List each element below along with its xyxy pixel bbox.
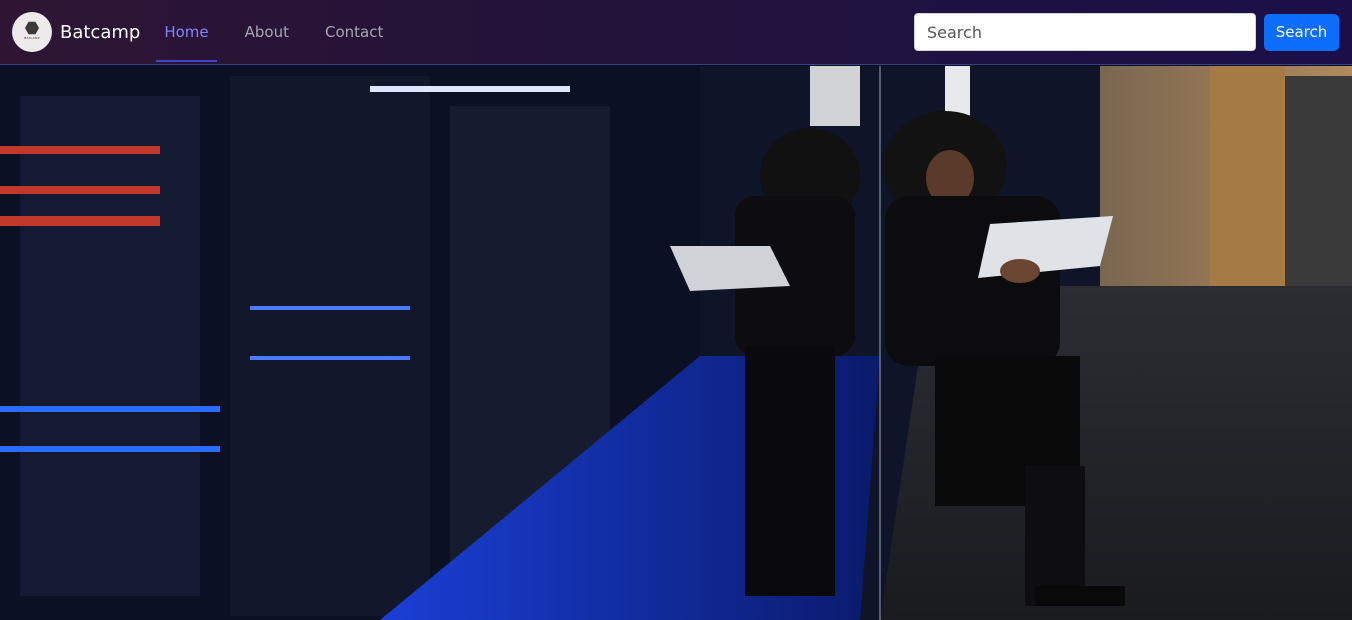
nav-about-link[interactable]: About <box>237 14 297 50</box>
logo-hex-icon <box>25 21 39 35</box>
logo-text: BATCAMP <box>24 36 40 40</box>
hero-image <box>0 66 1352 620</box>
brand-name[interactable]: Batcamp <box>60 22 140 43</box>
hero-photo <box>0 66 1352 620</box>
nav-home-link[interactable]: Home <box>156 14 217 62</box>
brand-logo[interactable]: BATCAMP <box>12 12 52 52</box>
search-input[interactable] <box>914 13 1256 51</box>
nav-links: Home About Contact <box>156 0 411 65</box>
top-navbar: BATCAMP Batcamp Home About Contact Searc… <box>0 0 1352 65</box>
brand[interactable]: BATCAMP Batcamp <box>12 12 140 52</box>
nav-contact-link[interactable]: Contact <box>317 14 391 50</box>
search-form: Search <box>914 13 1339 51</box>
search-button[interactable]: Search <box>1264 13 1339 51</box>
